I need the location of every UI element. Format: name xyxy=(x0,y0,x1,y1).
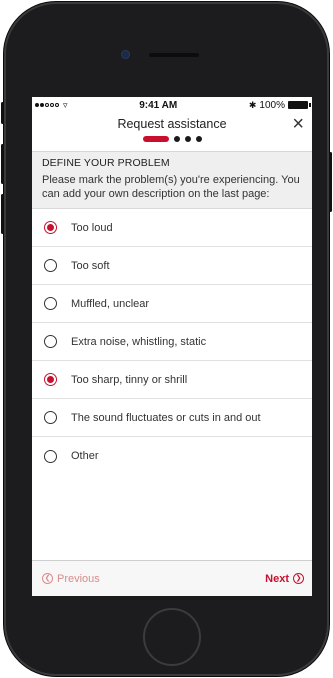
progress-step xyxy=(184,136,191,142)
radio-button[interactable] xyxy=(44,411,57,424)
option-label: Too loud xyxy=(71,221,113,234)
battery-percent: 100% xyxy=(259,99,285,111)
problem-option[interactable]: Muffled, unclear xyxy=(32,285,312,323)
volume-up-button xyxy=(1,144,4,184)
mute-switch xyxy=(1,102,4,124)
option-label: The sound fluctuates or cuts in and out xyxy=(71,411,261,424)
radio-button[interactable] xyxy=(44,297,57,310)
radio-button[interactable] xyxy=(44,259,57,272)
previous-label: Previous xyxy=(57,572,100,585)
option-label: Muffled, unclear xyxy=(71,297,150,310)
volume-down-button xyxy=(1,194,4,234)
wifi-icon: ▿ xyxy=(63,99,68,110)
problem-option[interactable]: Other xyxy=(32,437,312,475)
status-time: 9:41 AM xyxy=(139,99,178,111)
step-progress-indicator xyxy=(32,136,312,142)
power-button xyxy=(329,152,332,212)
option-label: Too sharp, tinny or shrill xyxy=(71,373,188,386)
option-label: Other xyxy=(71,450,99,462)
radio-button[interactable] xyxy=(44,449,57,463)
next-button[interactable]: Next ❯ xyxy=(265,573,304,585)
bluetooth-icon: ✱ xyxy=(248,99,257,110)
chevron-left-icon: ❮ xyxy=(42,573,53,584)
front-camera xyxy=(122,51,129,58)
next-label: Next xyxy=(265,572,289,585)
progress-step-active xyxy=(142,136,169,142)
problem-option[interactable]: The sound fluctuates or cuts in and out xyxy=(32,399,312,437)
screen: ▿ 9:41 AM ✱ 100% Request assistance × DE… xyxy=(32,97,312,596)
problem-option[interactable]: Extra noise, whistling, static xyxy=(32,323,312,361)
option-label: Extra noise, whistling, static xyxy=(71,335,207,348)
phone-frame: ▿ 9:41 AM ✱ 100% Request assistance × DE… xyxy=(1,2,332,676)
instructions-text: Please mark the problem(s) you're experi… xyxy=(42,174,300,200)
problem-option[interactable]: Too loud xyxy=(32,209,312,247)
problem-option[interactable]: Too sharp, tinny or shrill xyxy=(32,361,312,399)
option-label: Too soft xyxy=(71,259,110,272)
close-icon[interactable]: × xyxy=(292,114,304,134)
home-button[interactable] xyxy=(143,608,201,666)
wizard-footer: ❮ Previous Next ❯ xyxy=(32,560,312,596)
section-title: DEFINE YOUR PROBLEM xyxy=(42,157,170,169)
earpiece-speaker xyxy=(149,53,199,57)
problem-option[interactable]: Too soft xyxy=(32,247,312,285)
previous-button[interactable]: ❮ Previous xyxy=(42,573,100,585)
radio-button[interactable] xyxy=(44,373,57,386)
navigation-bar: Request assistance × xyxy=(32,113,312,152)
page-title: Request assistance xyxy=(117,117,227,131)
chevron-right-icon: ❯ xyxy=(293,573,304,584)
problem-intro: DEFINE YOUR PROBLEM Please mark the prob… xyxy=(32,152,312,209)
problem-options-list: Too loud Too soft Muffled, unclear Extra… xyxy=(32,209,312,475)
radio-button[interactable] xyxy=(44,335,57,348)
status-bar: ▿ 9:41 AM ✱ 100% xyxy=(32,97,312,113)
progress-step xyxy=(195,136,202,142)
radio-button[interactable] xyxy=(44,221,57,234)
progress-step xyxy=(173,136,180,142)
battery-indicator: ✱ 100% xyxy=(248,99,311,111)
battery-icon xyxy=(287,101,311,109)
signal-strength-icon: ▿ xyxy=(35,100,68,111)
